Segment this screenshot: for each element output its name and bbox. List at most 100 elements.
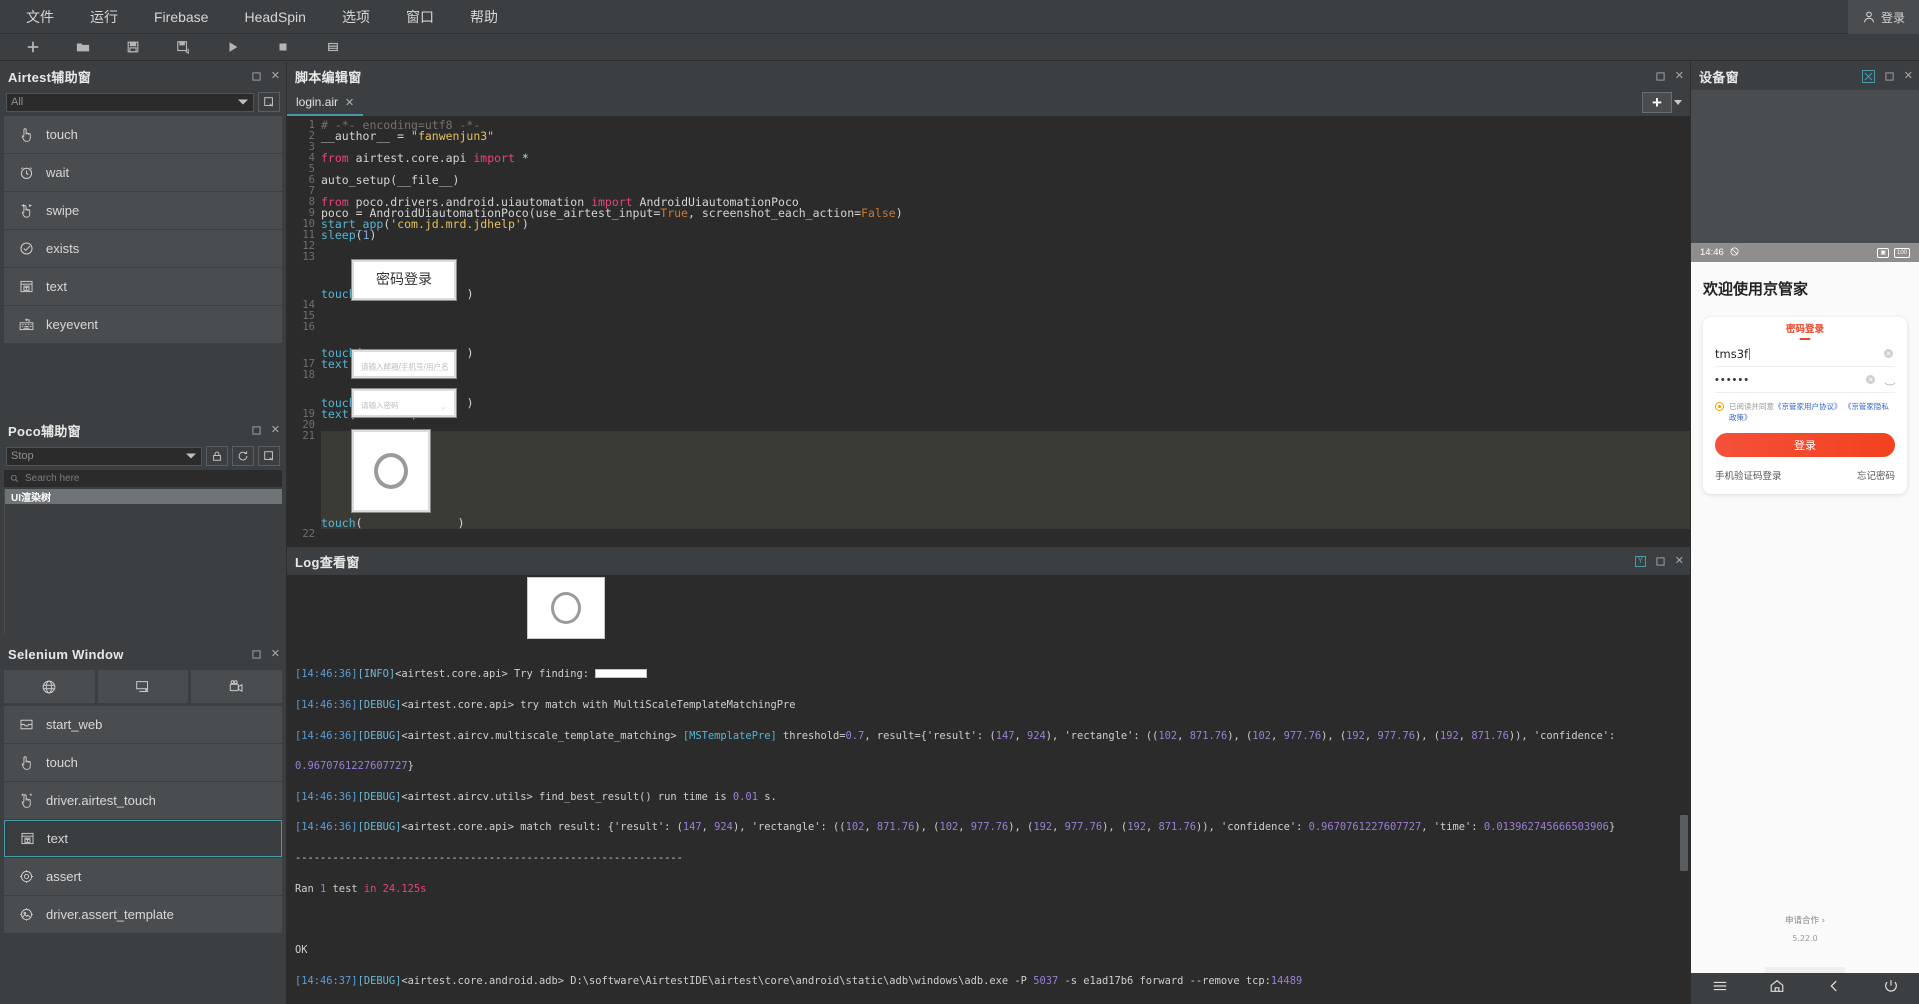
script-editor-title: 脚本编辑窗	[295, 69, 362, 85]
screen-remove-icon[interactable]	[97, 670, 189, 703]
clear-icon[interactable]: ✕	[1884, 349, 1893, 358]
close-icon[interactable]: ✕	[271, 648, 280, 660]
code-line: from airtest.core.api import *	[321, 151, 529, 165]
clear-icon[interactable]: ✕	[1866, 375, 1875, 384]
agreement-prefix: 已阅读并同意	[1729, 402, 1774, 411]
poco-tree-root[interactable]: UI渲染树	[5, 489, 282, 504]
close-icon[interactable]: ✕	[271, 70, 280, 82]
filter-icon[interactable]: Y	[1634, 555, 1646, 567]
left-dock: Airtest辅助窗 ✕ All touch wait swipe exists…	[0, 62, 286, 1004]
selenium-cmd-start-web[interactable]: start_web	[4, 706, 282, 743]
home-icon[interactable]	[1769, 978, 1785, 999]
airtest-cmd-exists[interactable]: exists	[4, 230, 282, 267]
password-login-template[interactable]: 密码登录	[351, 259, 457, 301]
airtest-cmd-label: touch	[46, 127, 78, 142]
airtest-cmd-swipe[interactable]: swipe	[4, 192, 282, 229]
template-caption: 请输入密码	[361, 401, 399, 410]
device-connect-icon[interactable]	[1861, 69, 1875, 83]
airtest-cmd-text[interactable]: text	[4, 268, 282, 305]
agreement-row[interactable]: 已阅读并同意《京管家用户协议》 《京管家隐私政策》	[1715, 401, 1895, 423]
editor-add-tab-group: +	[1642, 92, 1682, 113]
main-body: Airtest辅助窗 ✕ All touch wait swipe exists…	[0, 62, 1919, 1004]
poco-ui-tree[interactable]: UI渲染树	[4, 489, 282, 649]
float-icon[interactable]	[1656, 71, 1665, 81]
close-icon[interactable]: ✕	[1675, 70, 1684, 82]
log-scrollbar[interactable]	[1680, 815, 1688, 871]
airtest-filter-value: All	[11, 96, 24, 108]
menu-item-window[interactable]: 窗口	[388, 0, 452, 34]
log-screenshot-thumbnail[interactable]	[527, 577, 605, 639]
selenium-cmd-driver-airtest-touch[interactable]: driver.airtest_touch	[4, 782, 282, 819]
username-input[interactable]: tms3f ✕	[1715, 341, 1895, 367]
log-output[interactable]: [14:46:36][INFO]<airtest.core.api> Try f…	[287, 575, 1690, 1004]
phone-mirror[interactable]: 14:46 ▣ 100 欢迎使用京管家 密码登录 tms3f ✕ •••••• …	[1691, 243, 1919, 1004]
poco-mode-select[interactable]: Stop	[6, 446, 202, 466]
close-icon[interactable]: ✕	[1675, 555, 1684, 567]
line-number: 16	[302, 321, 315, 333]
airtest-cmd-touch[interactable]: touch	[4, 116, 282, 153]
status-time: 14:46	[1700, 247, 1724, 258]
power-icon[interactable]	[1883, 978, 1899, 999]
menu-item-firebase[interactable]: Firebase	[136, 0, 226, 34]
code-area[interactable]: 1 # -*- encoding=utf8 -*- 2 __author__ = "…	[287, 116, 1690, 547]
float-icon[interactable]	[252, 71, 261, 81]
float-icon[interactable]	[252, 649, 261, 659]
airtest-cmd-wait[interactable]: wait	[4, 154, 282, 191]
password-value: ••••••	[1715, 373, 1751, 386]
menu-icon[interactable]	[1712, 978, 1728, 999]
menu-item-help[interactable]: 帮助	[452, 0, 516, 34]
float-icon[interactable]	[1885, 71, 1894, 81]
float-icon[interactable]	[1656, 556, 1665, 566]
password-input[interactable]: •••••• ✕	[1715, 367, 1896, 393]
circle-template[interactable]	[351, 429, 431, 513]
camera-icon[interactable]	[191, 670, 283, 703]
log-line: [14:46:36][DEBUG]<airtest.aircv.multisca…	[295, 729, 1616, 742]
login-button[interactable]: 登录	[1847, 0, 1919, 34]
username-field-template[interactable]: 请输入邮箱/手机号/用户名	[351, 349, 457, 379]
new-icon[interactable]	[8, 34, 58, 61]
selenium-cmd-driver-assert-template[interactable]: driver.assert_template	[4, 896, 282, 933]
refresh-button[interactable]	[232, 446, 254, 466]
menu-item-file[interactable]: 文件	[8, 0, 72, 34]
save-icon[interactable]	[108, 34, 158, 61]
airtest-filter-select[interactable]: All	[6, 92, 254, 112]
report-icon[interactable]	[308, 34, 358, 61]
lock-button[interactable]	[206, 446, 228, 466]
login-tab-password[interactable]: 密码登录	[1715, 317, 1895, 341]
password-field-template[interactable]: 请输入密码 ⌣	[351, 388, 457, 418]
agree-radio[interactable]	[1715, 402, 1724, 411]
airtest-cmd-keyevent[interactable]: keyevent	[4, 306, 282, 343]
sms-login-link[interactable]: 手机验证码登录	[1715, 468, 1782, 482]
selenium-cmd-text[interactable]: text	[4, 820, 282, 857]
close-icon[interactable]: ✕	[271, 424, 280, 436]
selenium-cmd-touch[interactable]: touch	[4, 744, 282, 781]
login-button-label: 登录	[1880, 10, 1905, 25]
stop-icon[interactable]	[258, 34, 308, 61]
poco-capture-button[interactable]	[258, 446, 280, 466]
eye-icon[interactable]	[1884, 375, 1896, 386]
screen-capture-button[interactable]	[258, 92, 280, 112]
poco-search-input[interactable]: Search here	[4, 470, 282, 487]
selenium-panel-buttons: ✕	[252, 640, 280, 668]
run-icon[interactable]	[208, 34, 258, 61]
selenium-cmd-label: start_web	[46, 717, 103, 732]
selenium-cmd-assert[interactable]: assert	[4, 858, 282, 895]
float-icon[interactable]	[252, 425, 261, 435]
menu-item-options[interactable]: 选项	[324, 0, 388, 34]
open-folder-icon[interactable]	[58, 34, 108, 61]
check-circle-icon	[20, 242, 33, 255]
menu-item-headspin[interactable]: HeadSpin	[226, 0, 324, 34]
save-as-icon[interactable]	[158, 34, 208, 61]
back-icon[interactable]	[1826, 978, 1842, 999]
close-icon[interactable]: ✕	[1904, 70, 1913, 82]
add-script-button[interactable]: +	[1642, 92, 1672, 113]
editor-tab-login-air[interactable]: login.air ✕	[287, 90, 364, 116]
chevron-down-icon[interactable]	[1674, 100, 1682, 105]
phone-login-button[interactable]: 登录	[1715, 433, 1895, 457]
menu-item-run[interactable]: 运行	[72, 0, 136, 34]
close-icon[interactable]: ✕	[345, 96, 354, 109]
apply-cooperation-link[interactable]: 申请合作 ›	[1691, 914, 1919, 926]
globe-icon[interactable]	[4, 670, 95, 703]
line-number: 18	[302, 369, 315, 381]
forgot-password-link[interactable]: 忘记密码	[1857, 468, 1895, 482]
